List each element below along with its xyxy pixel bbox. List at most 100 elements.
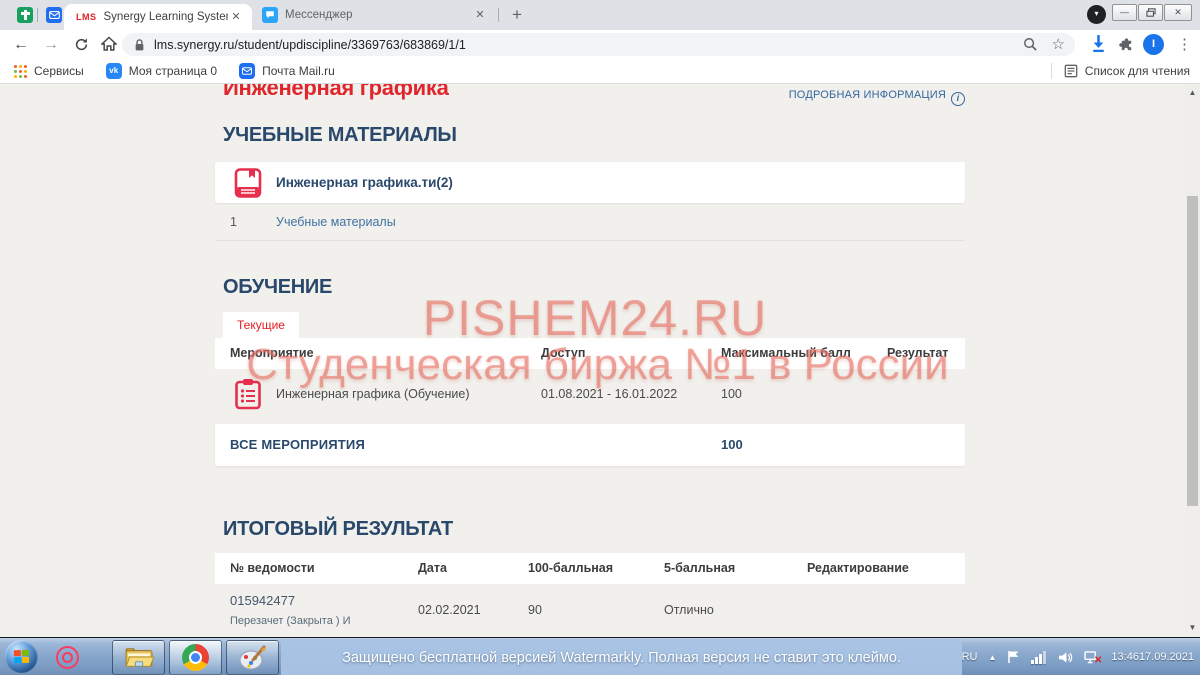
- final-heading: ИТОГОВЫЙ РЕЗУЛЬТАТ: [223, 518, 453, 541]
- clock-time: 13:46: [1111, 650, 1139, 664]
- row-number: 1: [230, 203, 237, 241]
- network-signal-icon[interactable]: [1031, 651, 1047, 664]
- course-title: Инженерная графика.ти(2): [276, 162, 453, 203]
- taskbar-watermark: Защищено бесплатной версией Watermarkly.…: [281, 639, 962, 675]
- materials-link[interactable]: Учебные материалы: [276, 203, 396, 241]
- pinned-tab-green[interactable]: [17, 7, 33, 23]
- course-card[interactable]: Инженерная графика.ти(2): [215, 162, 965, 203]
- cell-date: 02.02.2021: [418, 584, 481, 637]
- watermark-line1: PISHEM24.RU: [0, 289, 1190, 347]
- media-control-button[interactable]: ▾: [1087, 5, 1106, 24]
- materials-heading: УЧЕБНЫЕ МАТЕРИАЛЫ: [223, 124, 457, 147]
- taskbar-paint-button[interactable]: [226, 640, 279, 675]
- bookmark-services[interactable]: Сервисы: [14, 64, 84, 78]
- tab-title: Мессенджер: [285, 9, 472, 21]
- zoom-indicator-icon[interactable]: [1023, 37, 1038, 52]
- cell-score5: Отлично: [664, 584, 714, 637]
- cell-sheet-note: Перезачет (Закрыта ) И: [230, 615, 351, 627]
- col-sheet: № ведомости: [230, 553, 315, 584]
- reading-list-button[interactable]: Список для чтения: [1064, 64, 1190, 78]
- col-edit: Редактирование: [807, 553, 909, 584]
- scroll-down-icon[interactable]: ▼: [1185, 621, 1200, 635]
- download-icon[interactable]: [1090, 34, 1107, 58]
- taskbar-explorer-button[interactable]: [112, 640, 165, 675]
- scroll-up-icon[interactable]: ▲: [1185, 86, 1200, 100]
- network-error-icon[interactable]: ✕: [1084, 651, 1099, 664]
- col-date: Дата: [418, 553, 447, 584]
- apps-grid-icon: [14, 65, 27, 78]
- col-100: 100-балльная: [528, 553, 613, 584]
- bookmarks-bar: Сервисы vk Моя страница 0 Почта Mail.ru …: [0, 59, 1200, 84]
- language-indicator[interactable]: RU: [962, 651, 978, 663]
- watermark-line2: Студенческая биржа №1 в России: [0, 340, 1195, 390]
- bookmark-vk[interactable]: vk Моя страница 0: [106, 63, 217, 79]
- extensions-puzzle-icon[interactable]: [1118, 36, 1135, 58]
- tray-expand-icon[interactable]: ▲: [988, 653, 996, 662]
- start-button[interactable]: [5, 640, 38, 673]
- forward-button[interactable]: →: [38, 32, 64, 57]
- col-5: 5-балльная: [664, 553, 735, 584]
- system-tray: RU ▲ ✕ 13:46 17.09.2021: [951, 638, 1194, 675]
- details-link[interactable]: ПОДРОБНАЯ ИНФОРМАЦИЯi: [215, 89, 965, 106]
- tab-close-icon[interactable]: ✕: [228, 9, 244, 25]
- tab-close-icon[interactable]: ✕: [472, 7, 488, 23]
- browser-toolbar: ← → lms.synergy.ru/student/updiscipline/…: [0, 30, 1200, 59]
- home-icon: [101, 36, 117, 52]
- bookmark-star-icon[interactable]: ☆: [1052, 37, 1065, 52]
- clock-date: 17.09.2021: [1139, 650, 1194, 664]
- reload-button[interactable]: [68, 32, 94, 57]
- taskbar: Защищено бесплатной версией Watermarkly.…: [0, 637, 1200, 675]
- restore-icon: [1146, 8, 1156, 17]
- lock-icon: [134, 38, 145, 52]
- browser-menu-button[interactable]: ⋮: [1177, 33, 1192, 57]
- page-content: Инженерная графика ПОДРОБНАЯ ИНФОРМАЦИЯi…: [0, 84, 1200, 637]
- cell-score100: 90: [528, 584, 542, 637]
- window-close-button[interactable]: ✕: [1164, 4, 1192, 21]
- reload-icon: [74, 37, 89, 52]
- total-row: ВСЕ МЕРОПРИЯТИЯ 100: [215, 424, 965, 466]
- url-text[interactable]: lms.synergy.ru/student/updiscipline/3369…: [154, 38, 1009, 52]
- bookmarks-separator: [1051, 63, 1052, 79]
- info-icon: i: [951, 92, 965, 106]
- cell-sheet-number: 015942477: [230, 593, 295, 608]
- back-button[interactable]: ←: [8, 32, 34, 57]
- taskbar-opera-button[interactable]: [56, 646, 79, 669]
- tab-messenger[interactable]: Мессенджер ✕: [252, 0, 496, 30]
- taskbar-chrome-button[interactable]: [169, 640, 222, 675]
- chrome-icon: [182, 644, 209, 671]
- scrollbar[interactable]: ▲ ▼: [1185, 84, 1200, 637]
- volume-icon[interactable]: [1058, 651, 1073, 664]
- messenger-icon: [262, 7, 278, 23]
- paint-icon: [239, 645, 267, 671]
- book-icon: [234, 168, 262, 198]
- reading-list-icon: [1064, 64, 1078, 78]
- folder-icon: [124, 646, 154, 670]
- mailru-icon: [239, 63, 255, 79]
- action-center-flag-icon[interactable]: [1007, 650, 1020, 664]
- windows-flag-icon: [14, 649, 29, 664]
- home-button[interactable]: [96, 32, 122, 57]
- envelope-icon: [49, 11, 60, 19]
- taskbar-clock[interactable]: 13:46 17.09.2021: [1111, 650, 1194, 664]
- lms-logo: LMS: [76, 12, 97, 22]
- screen: LMS Synergy Learning System ✕ Мессенджер…: [0, 0, 1200, 675]
- tab-title: Synergy Learning System: [104, 11, 229, 23]
- new-tab-button[interactable]: +: [505, 4, 529, 28]
- pinned-tab-mail[interactable]: [46, 7, 62, 23]
- bookmark-mailru[interactable]: Почта Mail.ru: [239, 63, 335, 79]
- address-bar[interactable]: lms.synergy.ru/student/updiscipline/3369…: [122, 33, 1075, 56]
- vk-icon: vk: [106, 63, 122, 79]
- tab-synergy[interactable]: LMS Synergy Learning System ✕: [64, 4, 252, 30]
- tab-separator: [37, 8, 38, 22]
- browser-tabstrip: LMS Synergy Learning System ✕ Мессенджер…: [0, 0, 1200, 30]
- profile-avatar[interactable]: I: [1143, 34, 1164, 55]
- total-value: 100: [721, 424, 743, 466]
- tab-separator: [498, 8, 499, 22]
- materials-row: 1 Учебные материалы: [215, 203, 965, 241]
- final-row: 015942477 Перезачет (Закрыта ) И 02.02.2…: [215, 584, 965, 637]
- total-label: ВСЕ МЕРОПРИЯТИЯ: [230, 424, 365, 466]
- window-restore-button[interactable]: [1138, 4, 1163, 21]
- final-table-header: № ведомости Дата 100-балльная 5-балльная…: [215, 553, 965, 584]
- window-minimize-button[interactable]: —: [1112, 4, 1137, 21]
- scrollbar-thumb[interactable]: [1187, 196, 1198, 506]
